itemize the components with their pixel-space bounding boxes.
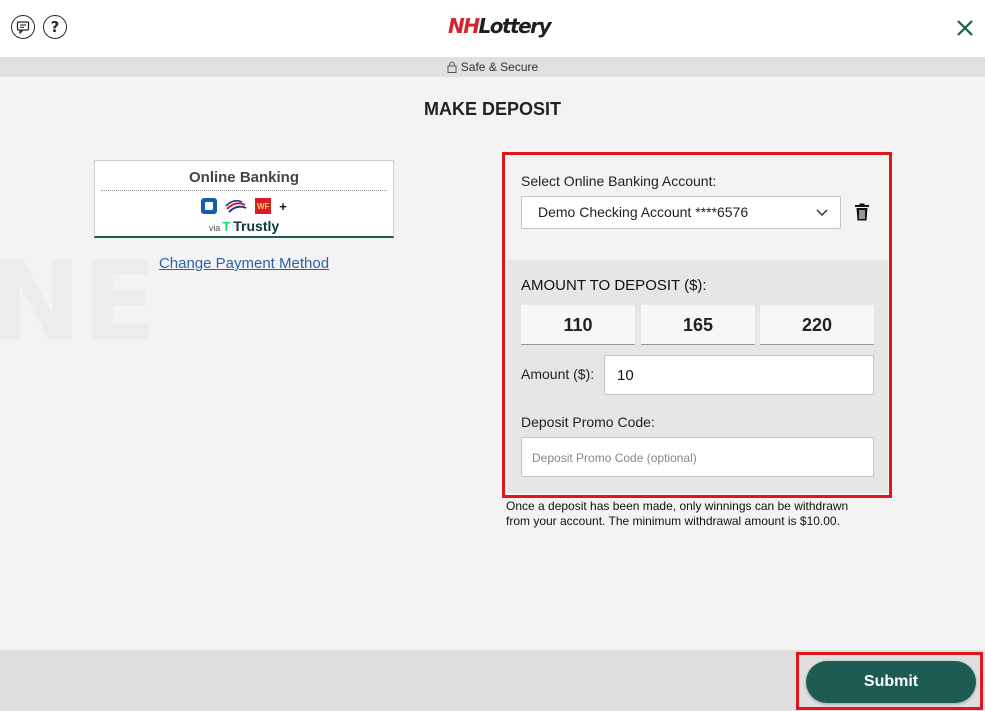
trustly-line: via T Trustly [95,218,393,234]
chat-icon[interactable] [11,15,35,39]
submit-button[interactable]: Submit [806,661,976,703]
secure-bar: Safe & Secure [0,57,985,77]
top-bar: ? NH Lottery [0,0,985,57]
account-label: Select Online Banking Account: [521,173,717,189]
trustly-icon: T [222,219,231,234]
promo-label: Deposit Promo Code: [521,414,655,430]
logo-nh: NH [448,14,480,38]
amount-title: AMOUNT TO DEPOSIT ($): [521,277,707,294]
change-payment-method-link[interactable]: Change Payment Method [94,255,394,272]
logo-lottery: Lottery [478,14,551,38]
close-icon[interactable] [955,18,975,38]
help-icon[interactable]: ? [43,15,67,39]
page-title: MAKE DEPOSIT [423,99,561,119]
payment-method-card: Online Banking WF + via T Trustly [94,160,394,238]
amount-input[interactable]: 10 [604,355,874,395]
chat-icon-glyph [16,21,30,34]
amount-label: Amount ($): [521,366,595,382]
payment-method-divider [101,190,387,191]
bank-of-america-icon [225,199,247,213]
payment-method-title: Online Banking [188,169,299,186]
chevron-down-icon [816,209,828,217]
lock-icon [447,61,457,73]
quick-amount-165-button[interactable]: 165 [641,305,755,345]
via-label: via [208,223,221,233]
account-select-value: Demo Checking Account ****6576 [538,204,749,220]
promo-code-input[interactable]: Deposit Promo Code (optional) [521,437,874,477]
secure-label: Safe & Secure [460,60,539,74]
plus-icon: + [279,198,287,214]
quick-amount-220-button[interactable]: 220 [760,305,874,345]
account-select[interactable]: Demo Checking Account ****6576 [521,196,841,229]
help-icon-glyph: ? [50,18,60,36]
wells-fargo-icon: WF [255,198,272,214]
chase-icon [201,198,218,214]
nh-lottery-logo[interactable]: NH Lottery [448,14,552,38]
quick-amount-110-button[interactable]: 110 [521,305,635,345]
withdrawal-note: Once a deposit has been made, only winni… [506,499,849,528]
trustly-label: Trustly [233,218,280,234]
trash-icon[interactable] [854,203,870,221]
bank-icons: WF + [95,198,393,214]
